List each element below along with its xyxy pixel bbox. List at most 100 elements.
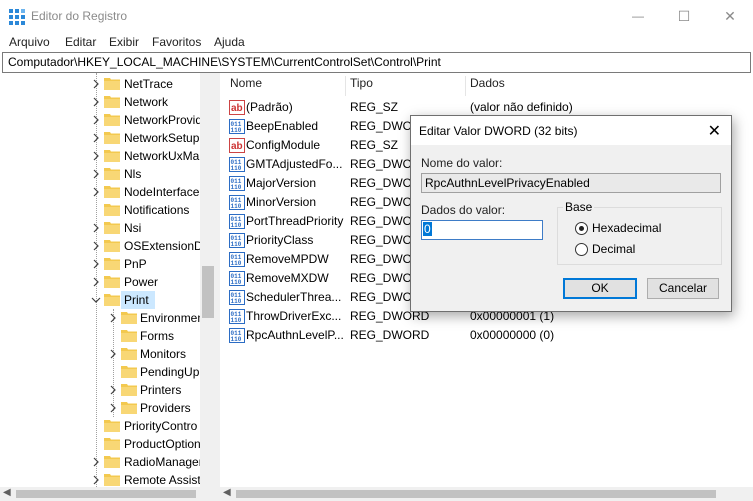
chevron-right-icon[interactable]: [91, 456, 101, 468]
tree-item[interactable]: PriorityContro: [0, 417, 200, 435]
binary-value-icon: 011110: [229, 214, 245, 229]
chevron-down-icon[interactable]: [91, 294, 101, 306]
tree-item[interactable]: Nsi: [0, 219, 200, 237]
tree-item[interactable]: Printers: [0, 381, 200, 399]
chevron-right-icon[interactable]: [91, 168, 101, 180]
tree-item[interactable]: NetTrace: [0, 75, 200, 93]
svg-text:110: 110: [231, 241, 242, 248]
tree-item[interactable]: Forms: [0, 327, 200, 345]
address-bar[interactable]: Computador\HKEY_LOCAL_MACHINE\SYSTEM\Cur…: [2, 52, 751, 73]
tree-item[interactable]: Print: [0, 291, 200, 309]
value-name-field: RpcAuthnLevelPrivacyEnabled: [421, 173, 721, 193]
chevron-right-icon[interactable]: [91, 186, 101, 198]
tree-item[interactable]: Providers: [0, 399, 200, 417]
tree-horizontal-scrollbar[interactable]: ◀: [0, 487, 216, 501]
column-separator[interactable]: [465, 76, 466, 96]
svg-text:110: 110: [231, 260, 242, 267]
chevron-right-icon[interactable]: [108, 384, 118, 396]
key-tree: NetTrace Network NetworkProvid NetworkSetup…: [0, 73, 216, 487]
chevron-right-icon[interactable]: [91, 240, 101, 252]
tree-item[interactable]: NetworkProvid: [0, 111, 202, 129]
value-name: BeepEnabled: [246, 119, 319, 133]
svg-text:110: 110: [231, 279, 242, 286]
tree-scroll-thumb[interactable]: [202, 266, 214, 318]
chevron-right-icon[interactable]: [91, 96, 101, 108]
folder-icon: [104, 420, 120, 432]
tree-item[interactable]: NetworkSetup: [0, 129, 200, 147]
tree-item-label: Print: [124, 293, 149, 307]
chevron-right-icon[interactable]: [91, 276, 101, 288]
value-type: REG_SZ: [350, 100, 399, 114]
value-name: RemoveMXDW: [246, 271, 329, 285]
tree-item[interactable]: Network: [0, 93, 200, 111]
chevron-right-icon[interactable]: [91, 258, 101, 270]
list-hscroll-thumb[interactable]: [236, 490, 716, 498]
value-name: SchedulerThrea...: [246, 290, 342, 304]
tree-item[interactable]: PendingUp: [0, 363, 200, 381]
chevron-right-icon[interactable]: [91, 78, 101, 90]
tree-item[interactable]: Remote Assist: [0, 471, 201, 487]
menu-editar[interactable]: Editar: [65, 35, 96, 49]
dialog-close-icon[interactable]: ✕: [708, 121, 721, 141]
tree-item[interactable]: Monitors: [0, 345, 200, 363]
column-header-nome[interactable]: Nome: [230, 76, 262, 96]
value-data-input[interactable]: 0: [421, 220, 543, 240]
tree-item[interactable]: Environmen: [0, 309, 204, 327]
column-header-tipo[interactable]: Tipo: [350, 76, 373, 96]
value-data-label: Dados do valor:: [421, 203, 506, 217]
minimize-icon: —: [632, 9, 644, 23]
string-value-icon: ab: [229, 100, 245, 115]
chevron-right-icon[interactable]: [91, 222, 101, 234]
column-separator[interactable]: [345, 76, 346, 96]
tree-item-label: PendingUp: [140, 365, 200, 379]
decimal-label[interactable]: Decimal: [592, 242, 635, 256]
value-name-text: RpcAuthnLevelPrivacyEnabled: [425, 176, 590, 190]
chevron-right-icon[interactable]: [108, 312, 118, 324]
decimal-radio[interactable]: [575, 243, 588, 256]
tree-item[interactable]: NetworkUxMa: [0, 147, 200, 165]
ok-button[interactable]: OK: [563, 278, 637, 299]
scroll-left-icon[interactable]: ◀: [223, 487, 231, 498]
menu-arquivo[interactable]: Arquivo: [9, 35, 50, 49]
tree-item-label: OSExtensionDa: [124, 239, 210, 253]
base-group: Base Hexadecimal Decimal: [557, 200, 722, 265]
menu-favoritos[interactable]: Favoritos: [152, 35, 201, 49]
tree-item[interactable]: ProductOption: [0, 435, 201, 453]
tree-item[interactable]: OSExtensionDa: [0, 237, 209, 255]
chevron-right-icon[interactable]: [91, 132, 101, 144]
tree-item[interactable]: Nls: [0, 165, 200, 183]
list-horizontal-scrollbar[interactable]: ◀: [220, 487, 753, 501]
hexadecimal-radio[interactable]: [575, 222, 588, 235]
close-icon: ✕: [724, 7, 736, 24]
binary-value-icon: 011110: [229, 328, 245, 343]
tree-item[interactable]: NodeInterface: [0, 183, 200, 201]
tree-item-label: Monitors: [140, 347, 187, 361]
svg-text:110: 110: [231, 203, 242, 210]
close-button[interactable]: ✕: [707, 0, 753, 32]
binary-value-icon: 011110: [229, 290, 245, 305]
chevron-right-icon[interactable]: [108, 348, 118, 360]
tree-item[interactable]: PnP: [0, 255, 200, 273]
chevron-right-icon[interactable]: [108, 402, 118, 414]
menu-exibir[interactable]: Exibir: [109, 35, 139, 49]
cancel-button[interactable]: Cancelar: [647, 278, 719, 299]
value-row[interactable]: 011 110 RpcAuthnLevelP... REG_DWORD 0x000000…: [220, 326, 753, 345]
value-data: (valor não definido): [470, 100, 573, 114]
value-name: PriorityClass: [246, 233, 314, 247]
maximize-button[interactable]: ☐: [661, 0, 707, 32]
minimize-button[interactable]: —: [615, 0, 661, 32]
tree-item[interactable]: Power: [0, 273, 200, 291]
tree-hscroll-thumb[interactable]: [16, 490, 196, 498]
chevron-right-icon[interactable]: [91, 114, 101, 126]
tree-item-label: Nsi: [124, 221, 142, 235]
hexadecimal-label[interactable]: Hexadecimal: [592, 221, 661, 235]
menu-ajuda[interactable]: Ajuda: [214, 35, 245, 49]
binary-value-icon: 011110: [229, 309, 245, 324]
tree-item[interactable]: Notifications: [0, 201, 200, 219]
scroll-left-icon[interactable]: ◀: [3, 487, 11, 498]
tree-item-label: Printers: [140, 383, 182, 397]
column-header-dados[interactable]: Dados: [470, 76, 505, 96]
tree-item[interactable]: RadioManager: [0, 453, 203, 471]
chevron-right-icon[interactable]: [91, 474, 101, 486]
chevron-right-icon[interactable]: [91, 150, 101, 162]
